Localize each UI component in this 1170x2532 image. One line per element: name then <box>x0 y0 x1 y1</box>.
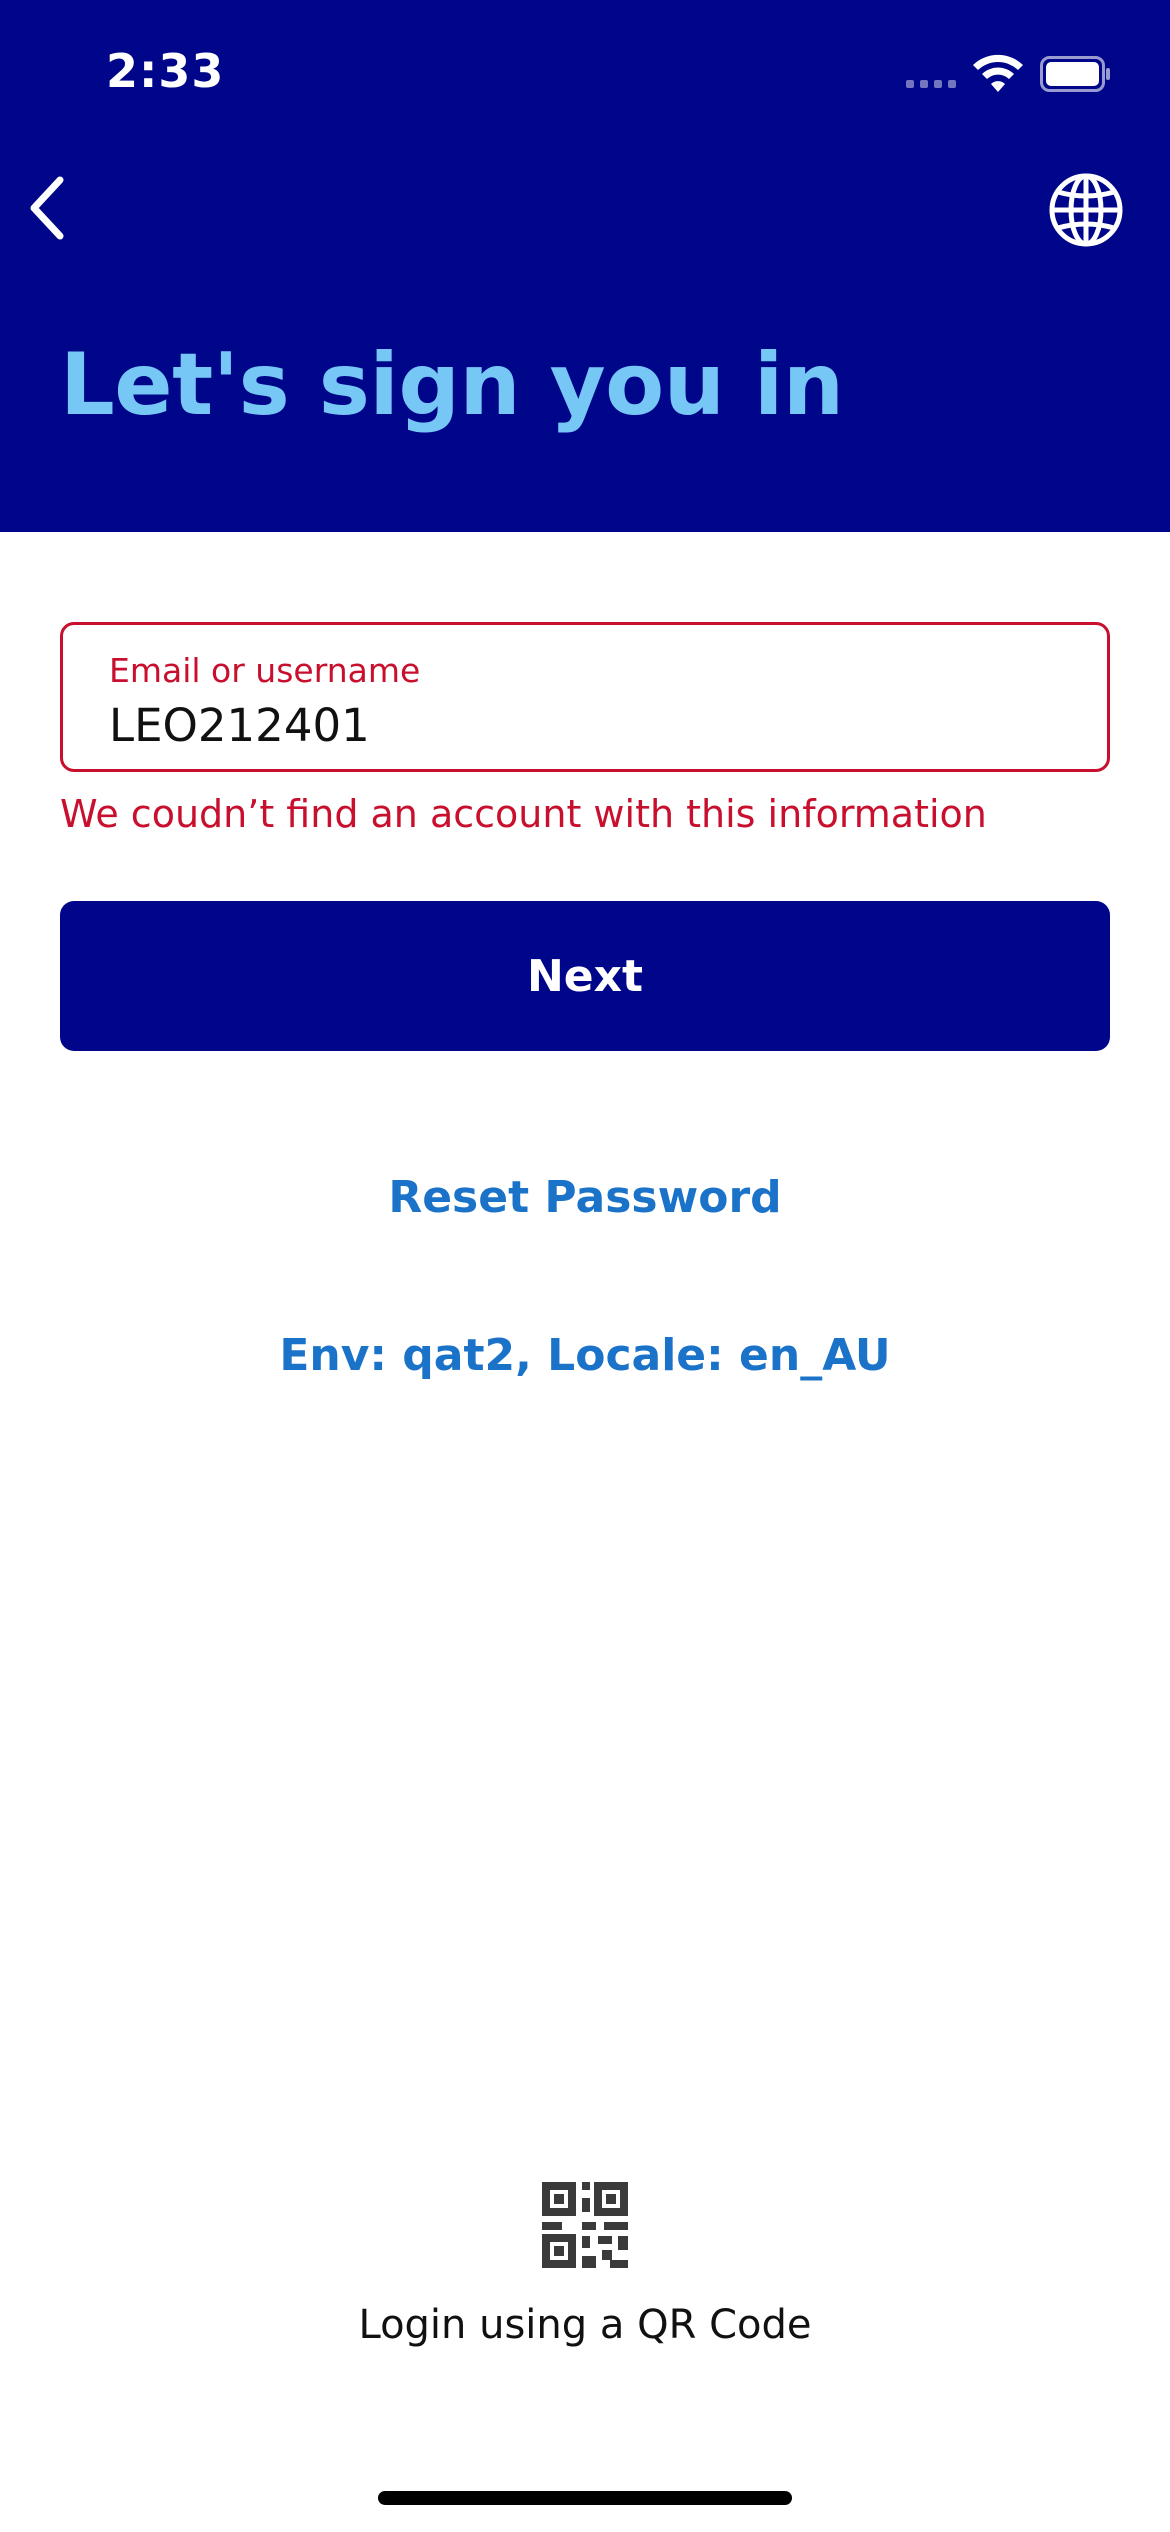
error-message: We coudn’t find an account with this inf… <box>60 792 987 836</box>
status-time: 2:33 <box>106 44 225 98</box>
qr-code-icon[interactable] <box>542 2182 628 2268</box>
chevron-left-icon <box>30 176 64 240</box>
reset-password-link[interactable]: Reset Password <box>0 1172 1170 1223</box>
cellular-signal-icon <box>906 80 956 88</box>
home-indicator <box>378 2491 792 2505</box>
qr-login-label[interactable]: Login using a QR Code <box>0 2302 1170 2348</box>
wifi-icon <box>973 54 1023 92</box>
battery-icon <box>1040 56 1110 92</box>
globe-icon <box>1049 173 1123 247</box>
email-field-label: Email or username <box>109 651 421 690</box>
env-info-text[interactable]: Env: qat2, Locale: en_AU <box>0 1330 1170 1381</box>
next-button[interactable]: Next <box>60 901 1110 1051</box>
language-button[interactable] <box>1046 170 1126 250</box>
header: 2:33 Let's sign you in <box>0 0 1170 532</box>
page-title: Let's sign you in <box>60 335 844 435</box>
email-field[interactable]: Email or username <box>60 622 1110 772</box>
email-input[interactable] <box>109 699 1009 752</box>
back-button[interactable] <box>20 170 96 246</box>
